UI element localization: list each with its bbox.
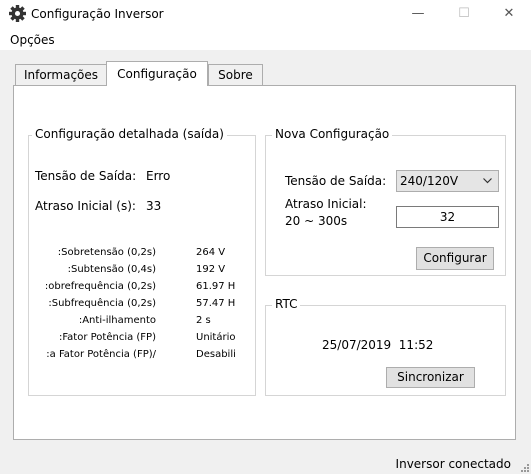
output-voltage-label: Tensão de Saída: [35, 169, 137, 183]
window-title: Configuração Inversor [31, 7, 164, 21]
param-label: obrefrequência (0,2s): [44, 281, 156, 292]
maximize-button[interactable]: ☐ [441, 0, 487, 28]
param-label: Fator Potência (FP): [58, 332, 156, 343]
menu-options[interactable]: Opções [10, 33, 55, 47]
param-value: 192 V [196, 264, 226, 275]
param-value: 2 s [196, 315, 211, 326]
param-value: 264 V [196, 247, 226, 258]
rtc-datetime: 25/07/2019 11:52 [322, 338, 434, 352]
minimize-button[interactable]: — [395, 0, 441, 28]
status-bar: Inversor conectado [0, 452, 531, 474]
param-value: 61.97 H [196, 281, 236, 292]
detail-config-title: Configuração detalhada (saída) [32, 127, 227, 141]
close-button[interactable]: ✕ [486, 0, 531, 28]
param-label: Sobretensão (0,2s): [57, 247, 156, 258]
sync-button[interactable]: Sincronizar [386, 367, 475, 388]
initial-delay-value: 33 [146, 199, 162, 213]
param-label: /a Fator Potência (FP): [46, 349, 156, 360]
resize-grip-icon[interactable] [519, 462, 529, 472]
tab-sobre[interactable]: Sobre [208, 64, 263, 85]
rtc-title: RTC [272, 297, 301, 311]
configure-button[interactable]: Configurar [416, 247, 494, 270]
new-config-title: Nova Configuração [272, 127, 393, 141]
new-delay-label: Atraso Inicial: [285, 197, 367, 211]
voltage-select[interactable]: 240/120V [396, 170, 499, 192]
tab-configuracao[interactable]: Configuração [106, 61, 208, 86]
voltage-select-value: 240/120V [400, 174, 459, 188]
title-bar: Configuração Inversor — ☐ ✕ [0, 0, 531, 28]
param-value: 57.47 H [196, 298, 236, 309]
new-delay-range: 20 ~ 300s [285, 214, 348, 228]
chevron-down-icon [483, 178, 492, 184]
gear-icon [9, 5, 26, 22]
menu-bar: Opções [0, 28, 531, 50]
param-label: Subfrequência (0,2s): [48, 298, 156, 309]
param-value: Desabilit [196, 349, 236, 360]
param-label: Subtensão (0,4s): [67, 264, 156, 275]
param-value: Unitário [196, 332, 236, 343]
tab-panel-configuracao: Configuração detalhada (saída) Tensão de… [13, 85, 516, 440]
initial-delay-label: Atraso Inicial (s): [35, 199, 136, 213]
status-text: Inversor conectado [395, 457, 511, 471]
output-voltage-value: Erro [146, 169, 171, 183]
new-voltage-label: Tensão de Saída: [285, 174, 387, 188]
tab-informacoes[interactable]: Informações [15, 64, 107, 85]
delay-input[interactable]: 32 [396, 206, 499, 228]
param-label: Anti-ilhamento: [78, 315, 156, 326]
